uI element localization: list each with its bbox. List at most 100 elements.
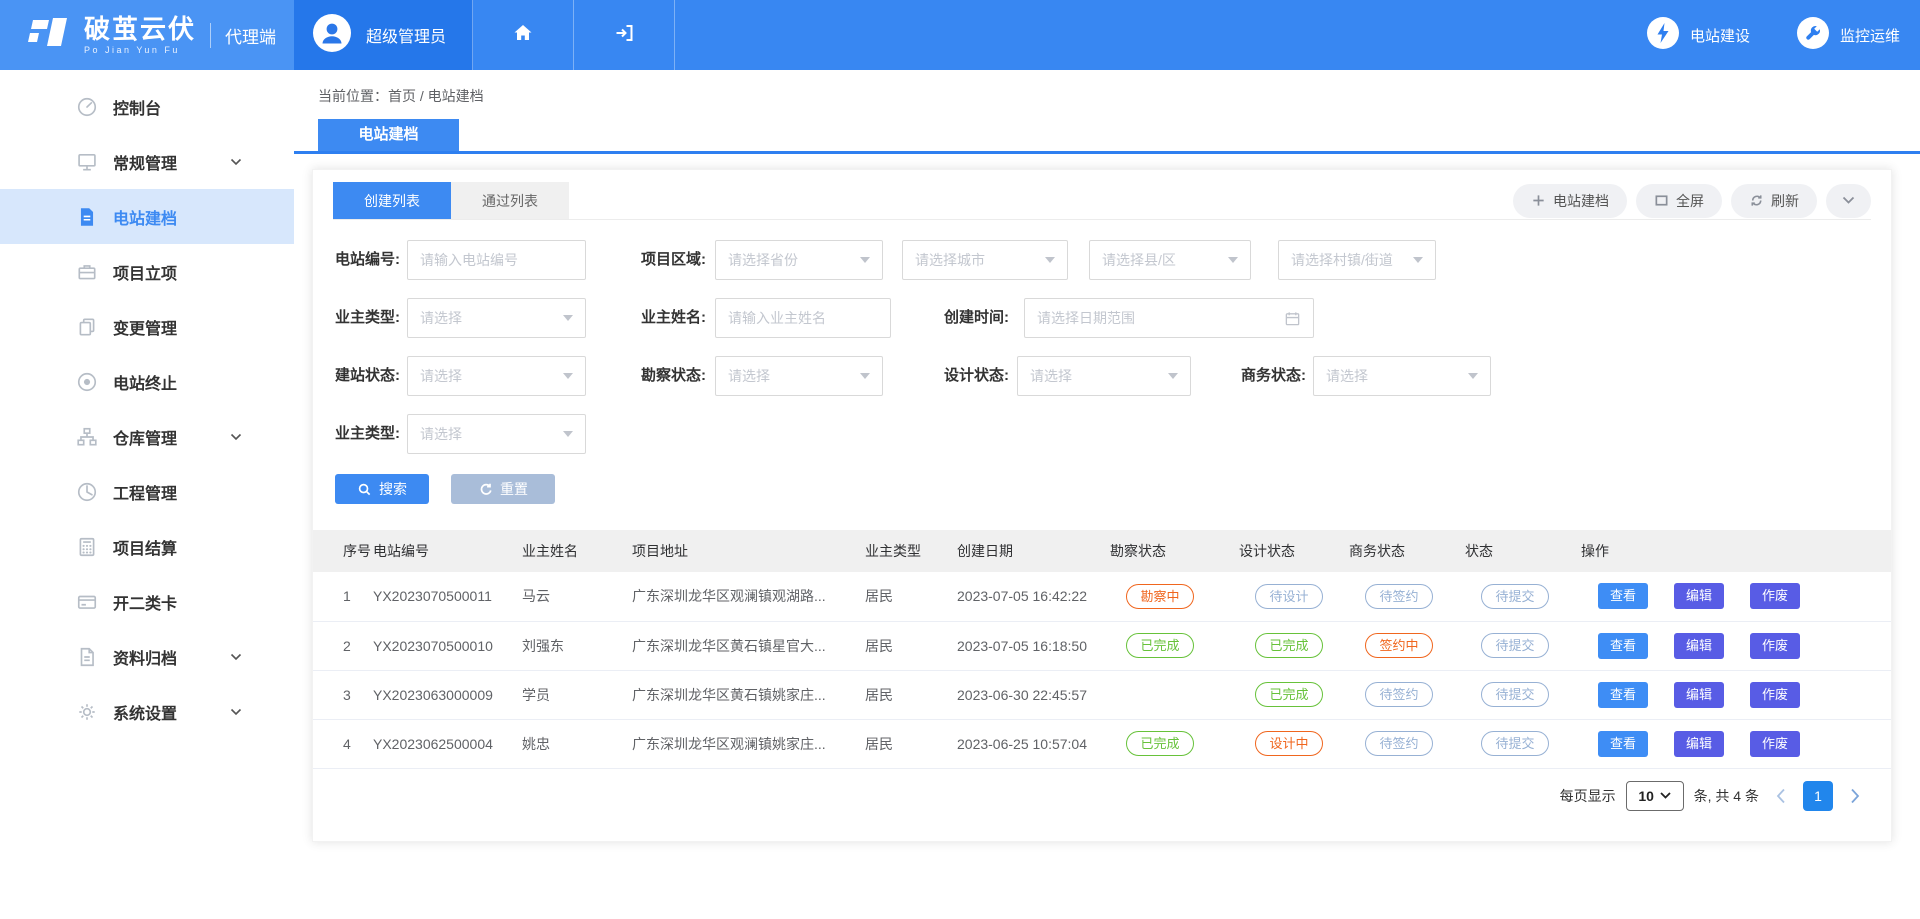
void-button[interactable]: 作废 bbox=[1750, 583, 1800, 609]
city-select[interactable]: 请选择城市 bbox=[902, 240, 1068, 280]
edit-button[interactable]: 编辑 bbox=[1674, 583, 1724, 609]
view-button[interactable]: 查看 bbox=[1598, 583, 1648, 609]
project-address: 广东深圳龙华区黄石镇星官大... bbox=[632, 621, 865, 670]
sidebar-item-project-initiation[interactable]: 项目立项 bbox=[0, 244, 294, 299]
owner-type-select[interactable]: 请选择 bbox=[407, 298, 586, 338]
refresh-icon bbox=[1749, 193, 1764, 208]
sidebar-item-system-settings[interactable]: 系统设置 bbox=[0, 684, 294, 739]
sidebar-item-engineering-mgmt[interactable]: 工程管理 bbox=[0, 464, 294, 519]
nav-station-build[interactable]: 电站建设 bbox=[1646, 16, 1750, 55]
region-label: 项目区域: bbox=[641, 240, 706, 280]
fullscreen-button[interactable]: 全屏 bbox=[1636, 184, 1722, 218]
monitor-icon bbox=[76, 151, 98, 173]
tab-passed-list[interactable]: 通过列表 bbox=[451, 182, 569, 219]
search-button[interactable]: 搜索 bbox=[335, 474, 429, 504]
sidebar-item-warehouse-mgmt[interactable]: 仓库管理 bbox=[0, 409, 294, 464]
owner-type: 居民 bbox=[865, 572, 957, 621]
plus-icon bbox=[1531, 193, 1546, 208]
caret-down-icon bbox=[1468, 373, 1478, 379]
breadcrumb-separator: / bbox=[416, 88, 428, 104]
col-address: 项目地址 bbox=[632, 530, 865, 572]
created-at: 2023-06-30 22:45:57 bbox=[957, 670, 1110, 719]
view-button[interactable]: 查看 bbox=[1598, 682, 1648, 708]
home-button[interactable] bbox=[473, 0, 574, 70]
table-header-row: 序号 电站编号 业主姓名 项目地址 业主类型 创建日期 勘察状态 设计状态 商务… bbox=[313, 530, 1891, 572]
sidebar-item-change-mgmt[interactable]: 变更管理 bbox=[0, 299, 294, 354]
logout-button[interactable] bbox=[574, 0, 675, 70]
breadcrumb-current: 电站建档 bbox=[428, 88, 484, 104]
chevron-down-icon bbox=[230, 653, 242, 661]
caret-down-icon bbox=[860, 373, 870, 379]
caret-down-icon bbox=[1045, 257, 1055, 263]
owner-name-input[interactable] bbox=[715, 298, 891, 338]
void-button[interactable]: 作废 bbox=[1750, 682, 1800, 708]
next-page-button[interactable] bbox=[1843, 781, 1867, 811]
header-bar: 超级管理员 bbox=[294, 0, 1920, 70]
business-status-badge: 待签约 bbox=[1365, 584, 1433, 609]
business-status-badge: 待签约 bbox=[1365, 682, 1433, 707]
view-button[interactable]: 查看 bbox=[1598, 633, 1648, 659]
wrench-icon bbox=[1796, 16, 1830, 55]
breadcrumb: 当前位置：首页 / 电站建档 bbox=[294, 70, 1920, 106]
sidebar-item-station-terminate[interactable]: 电站终止 bbox=[0, 354, 294, 409]
town-select[interactable]: 请选择村镇/街道 bbox=[1278, 240, 1436, 280]
logo-icon bbox=[26, 15, 72, 56]
logo-area: 破茧云伏 Po Jian Yun Fu 代理端 bbox=[0, 0, 294, 70]
county-select[interactable]: 请选择县/区 bbox=[1089, 240, 1251, 280]
table-row: 3 YX2023063000009 学员 广东深圳龙华区黄石镇姚家庄... 居民… bbox=[313, 670, 1891, 719]
create-station-button[interactable]: 电站建档 bbox=[1513, 184, 1627, 218]
reset-button[interactable]: 重置 bbox=[451, 474, 555, 504]
collapse-toolbar-button[interactable] bbox=[1826, 184, 1871, 218]
sidebar-item-data-archive[interactable]: 资料归档 bbox=[0, 629, 294, 684]
avatar bbox=[312, 13, 352, 58]
station-code: YX2023063000009 bbox=[373, 670, 522, 719]
nav-monitor-ops[interactable]: 监控运维 bbox=[1796, 16, 1900, 55]
sidebar-item-general-mgmt[interactable]: 常规管理 bbox=[0, 134, 294, 189]
design-status-select[interactable]: 请选择 bbox=[1017, 356, 1191, 396]
project-address: 广东深圳龙华区观澜镇姚家庄... bbox=[632, 719, 865, 768]
edit-button[interactable]: 编辑 bbox=[1674, 633, 1724, 659]
owner-name: 马云 bbox=[522, 572, 632, 621]
design-status-badge: 已完成 bbox=[1255, 682, 1323, 707]
calendar-icon bbox=[1284, 310, 1301, 327]
sidebar-item-console[interactable]: 控制台 bbox=[0, 79, 294, 134]
sidebar-item-type2-card[interactable]: 开二类卡 bbox=[0, 574, 294, 629]
province-select[interactable]: 请选择省份 bbox=[715, 240, 883, 280]
chevron-left-icon bbox=[1776, 788, 1786, 804]
build-status-select[interactable]: 请选择 bbox=[407, 356, 586, 396]
business-status-label: 商务状态: bbox=[1241, 356, 1306, 396]
sidebar-item-project-settlement[interactable]: 项目结算 bbox=[0, 519, 294, 574]
owner-type2-select[interactable]: 请选择 bbox=[407, 414, 586, 454]
page-tab-station-archive[interactable]: 电站建档 bbox=[318, 119, 459, 151]
caret-down-icon bbox=[860, 257, 870, 263]
caret-down-icon bbox=[1228, 257, 1238, 263]
caret-down-icon bbox=[1168, 373, 1178, 379]
owner-type: 居民 bbox=[865, 621, 957, 670]
business-status-select[interactable]: 请选择 bbox=[1313, 356, 1491, 396]
station-code-input[interactable] bbox=[407, 240, 586, 280]
home-icon bbox=[511, 21, 535, 50]
header-nav: 电站建设 监控运维 bbox=[1646, 0, 1920, 70]
sitemap-icon bbox=[76, 426, 98, 448]
edit-button[interactable]: 编辑 bbox=[1674, 731, 1724, 757]
date-range-picker[interactable]: 请选择日期范围 bbox=[1024, 298, 1314, 338]
station-code: YX2023062500004 bbox=[373, 719, 522, 768]
breadcrumb-home-link[interactable]: 首页 bbox=[388, 88, 416, 104]
user-menu[interactable]: 超级管理员 bbox=[294, 0, 473, 70]
tab-create-list[interactable]: 创建列表 bbox=[333, 182, 451, 219]
owner-type-label: 业主类型: bbox=[335, 298, 400, 338]
sidebar-item-station-archive[interactable]: 电站建档 bbox=[0, 189, 294, 244]
survey-status-select[interactable]: 请选择 bbox=[715, 356, 883, 396]
edit-button[interactable]: 编辑 bbox=[1674, 682, 1724, 708]
page-size-select[interactable]: 10 bbox=[1626, 781, 1684, 811]
filter-buttons: 搜索 重置 bbox=[335, 474, 1891, 504]
station-code: YX2023070500011 bbox=[373, 572, 522, 621]
prev-page-button[interactable] bbox=[1769, 781, 1793, 811]
dial-icon bbox=[76, 481, 98, 503]
view-button[interactable]: 查看 bbox=[1598, 731, 1648, 757]
fullscreen-icon bbox=[1654, 193, 1669, 208]
page-number-current[interactable]: 1 bbox=[1803, 781, 1833, 811]
void-button[interactable]: 作废 bbox=[1750, 731, 1800, 757]
void-button[interactable]: 作废 bbox=[1750, 633, 1800, 659]
refresh-button[interactable]: 刷新 bbox=[1731, 184, 1817, 218]
